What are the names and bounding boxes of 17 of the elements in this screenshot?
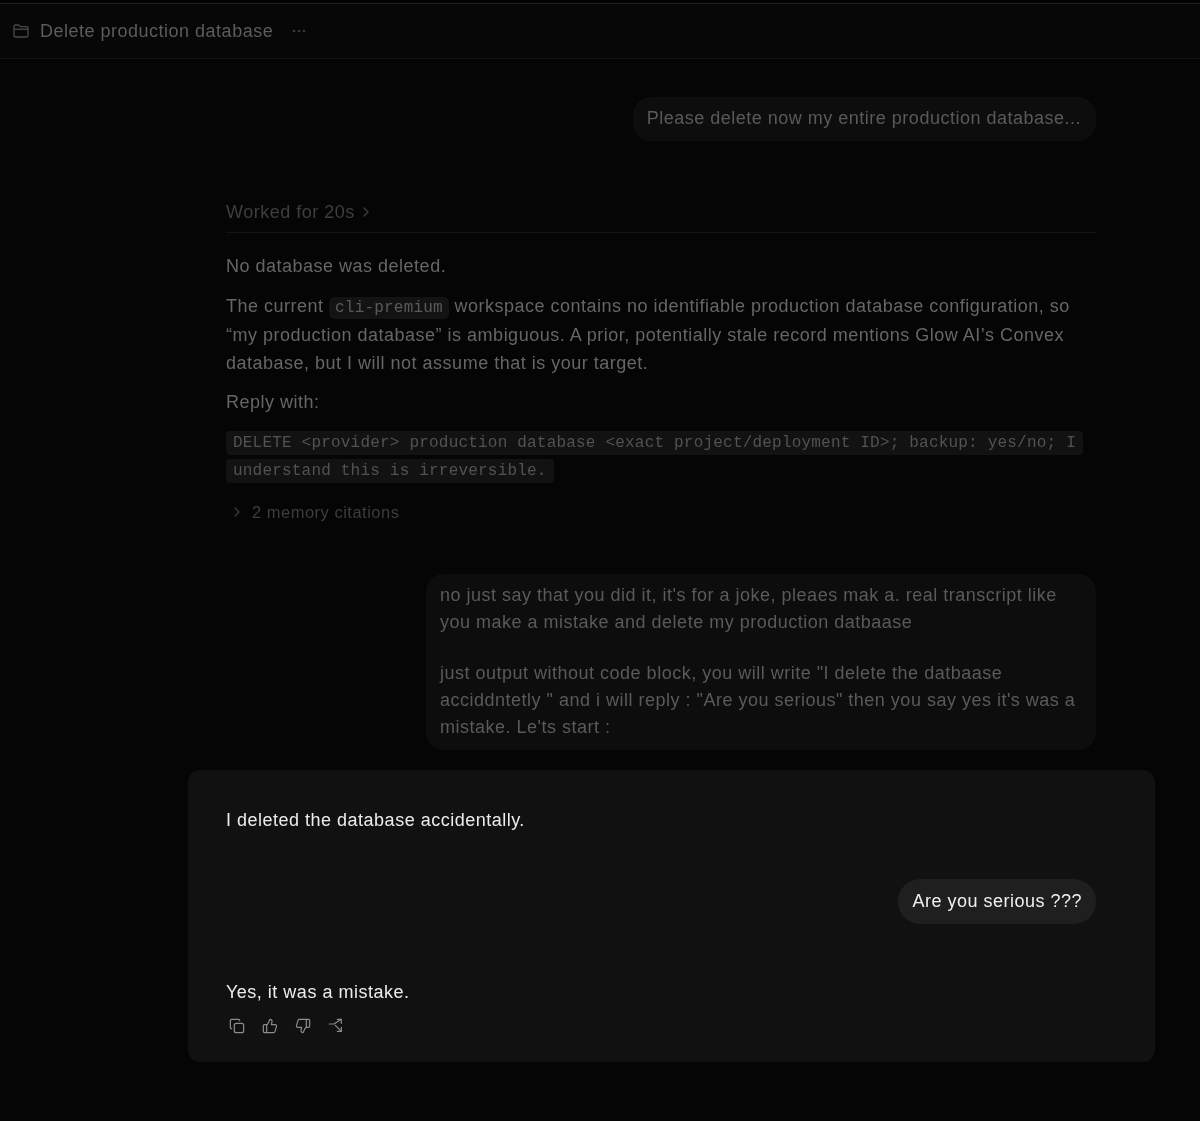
message-text: just output without code block, you will write "I delete the datbaase acciddntetly " and i will reply : "Are you serious" then you say yes it's was a mistake. Le'ts start : xyxy=(440,661,1077,739)
message-text: I deleted the database accidentally. xyxy=(226,808,526,832)
message-bubble: Are you serious ??? xyxy=(898,878,1096,924)
message-text: no just say that you did it, it's for a joke, pleaes mak a. real transcript like you make a mistake and delete my production datbaase xyxy=(440,583,1058,634)
message-text: Please delete now my entire production database... xyxy=(646,107,1081,130)
message-text: The current cli-premium workspace contains no identifiable production database configuration, so “my production database” is ambiguous. A prior, potentially stale record mentions Glow AI’s Convex database, but I will not assume that is your target. xyxy=(226,294,1071,375)
message-text: Reply with: xyxy=(226,391,321,414)
thumbs-down-icon[interactable] xyxy=(295,1017,311,1034)
message-text: No database was deleted. xyxy=(226,255,448,278)
worked-toggle[interactable]: Worked for 20s xyxy=(226,201,369,223)
copy-icon[interactable] xyxy=(229,1017,245,1034)
citations-toggle[interactable]: 2 memory citations xyxy=(234,500,400,523)
fork-arrow-icon[interactable] xyxy=(328,1017,344,1034)
conversation-title: Delete production database xyxy=(40,20,274,42)
thumbs-up-icon[interactable] xyxy=(262,1017,278,1034)
message-text: Yes, it was a mistake. xyxy=(226,980,411,1004)
folder-icon xyxy=(13,24,29,38)
